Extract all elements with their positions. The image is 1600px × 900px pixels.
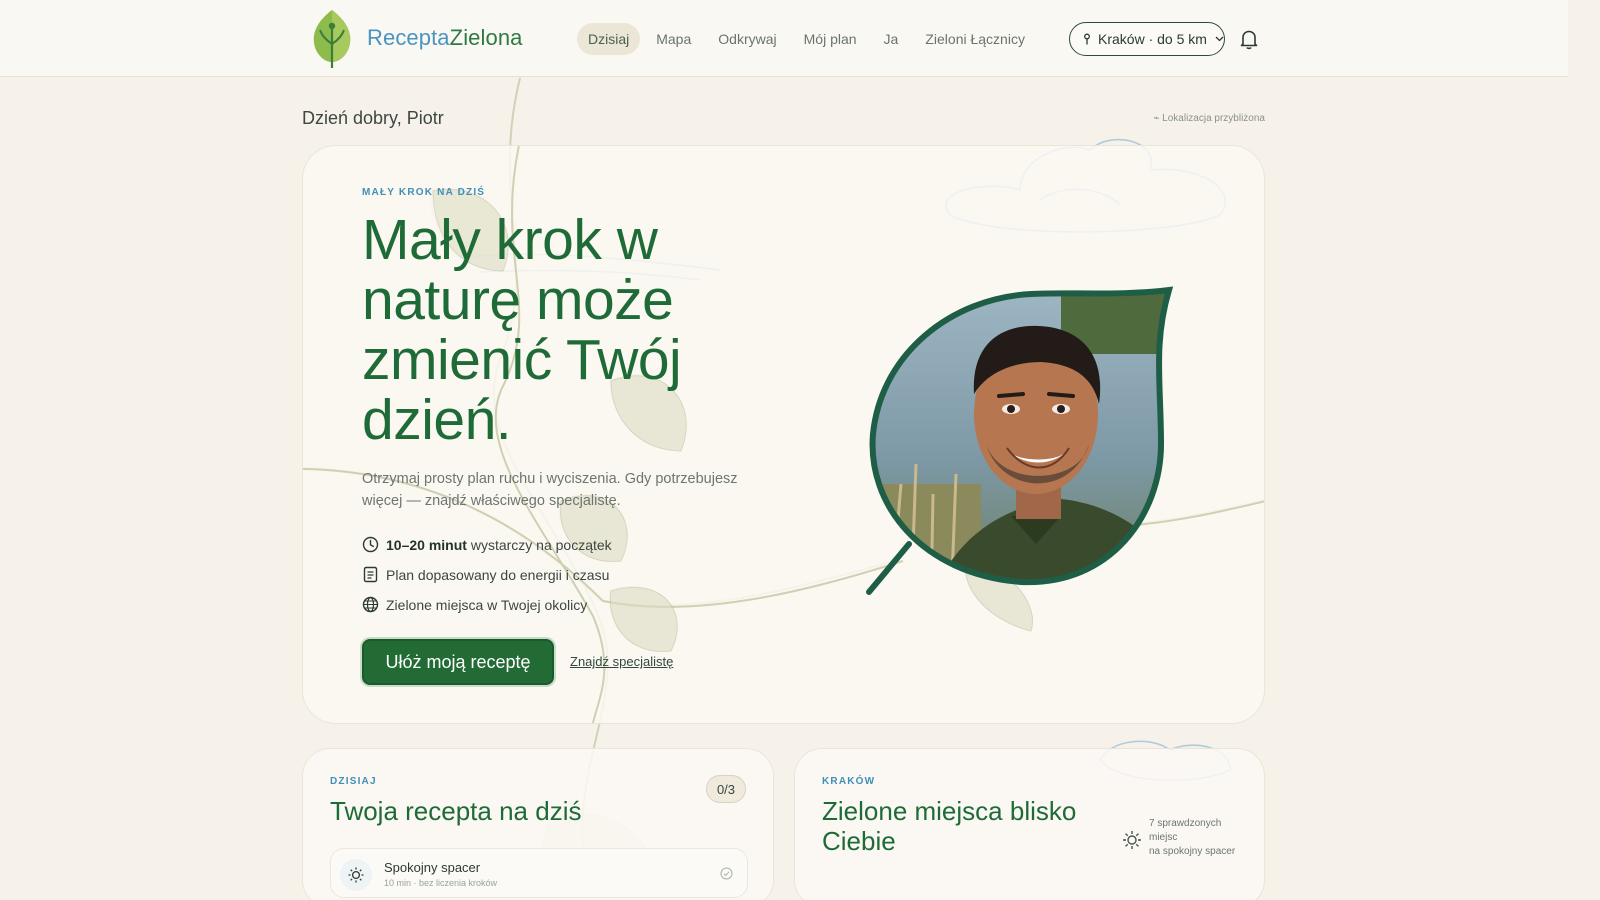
task-meta: 10 min · bez liczenia kroków [384,878,498,888]
clock-icon [362,536,379,553]
hero-title: Mały krok w naturę może zmienić Twój dzi… [362,208,682,452]
places-title: Zielone miejsca blisko Ciebie [822,796,1077,856]
places-count-note: 7 sprawdzonych miejsc na spokojny spacer [1121,817,1241,859]
task-title: Spokojny spacer [384,860,481,875]
today-title: Twoja recepta na dziś [330,796,582,826]
brand-name-part2: Zielona [449,25,523,50]
location-approx-note: ⌁ Lokalizacja przybliżona [1153,113,1265,124]
feature-plan-text: Plan dopasowany do energii i czasu [386,566,610,583]
check-circle-icon[interactable] [720,867,733,880]
document-icon [363,566,378,583]
location-selector[interactable]: Kraków · do 5 km [1069,22,1225,56]
greeting-text: Dzień dobry, Piotr [302,108,444,128]
today-eyebrow: DZISIAJ [330,776,377,787]
feature-duration: 10–20 minut wystarczy na początek [362,536,612,553]
nav-item-odkrywaj[interactable]: Odkrywaj [707,23,787,55]
main-nav: Dzisiaj Mapa Odkrywaj Mój plan Ja Zielon… [577,23,1041,55]
chevron-down-icon [1215,36,1224,42]
task-item-walk[interactable]: Spokojny spacer 10 min · bez liczenia kr… [330,848,748,898]
places-note-line1: 7 sprawdzonych [1149,818,1222,829]
sun-icon [340,859,372,891]
progress-counter-badge: 0/3 [706,775,746,803]
feature-places: Zielone miejsca w Twojej okolicy [362,596,587,613]
places-note-line3: na spokojny spacer [1149,846,1236,857]
feature-duration-text: 10–20 minut wystarczy na początek [386,537,612,553]
feature-duration-rest: wystarczy na początek [466,536,612,553]
hero-card: MAŁY KROK NA DZIŚ Mały krok w naturę moż… [302,145,1265,724]
green-places-card: KRAKÓW Zielone miejsca blisko Ciebie 7 s… [794,748,1265,900]
sun-icon [1123,831,1141,849]
nav-item-dzisiaj[interactable]: Dzisiaj [577,23,641,55]
brand-name-part1: Recepta [367,25,450,50]
pin-icon [1084,33,1090,45]
places-note-line2: miejsc [1149,832,1178,843]
top-navigation-bar: ReceptaZielona Dzisiaj Mapa Odkrywaj Mój… [0,0,1568,77]
places-eyebrow: KRAKÓW [822,776,876,787]
nav-item-ja[interactable]: Ja [873,23,910,55]
hero-subtitle: Otrzymaj prosty plan ruchu i wyciszenia.… [362,471,738,509]
nav-item-zieloni-lacznicy[interactable]: Zieloni Łącznicy [914,23,1036,55]
globe-icon [362,596,379,613]
brand-name[interactable]: ReceptaZielona [367,25,523,51]
find-specialist-link[interactable]: Znajdź specjalistę [570,654,673,669]
feature-duration-bold: 10–20 minut [386,536,467,553]
nav-item-moj-plan[interactable]: Mój plan [793,23,868,55]
create-recipe-button[interactable]: Ułóż moją receptę [362,639,554,685]
places-note-text: 7 sprawdzonych miejsc na spokojny spacer [1149,817,1235,859]
nav-item-mapa[interactable]: Mapa [645,23,702,55]
feature-plan: Plan dopasowany do energii i czasu [362,566,609,583]
today-recipe-card: DZISIAJ Twoja recepta na dziś 0/3 Spokoj… [302,748,774,900]
bell-icon[interactable] [1238,28,1260,50]
leaf-logo-icon[interactable] [308,8,356,70]
feature-places-text: Zielone miejsca w Twojej okolicy [386,596,588,613]
location-approx-label: Lokalizacja przybliżona [1162,113,1265,124]
location-label: Kraków · do 5 km [1098,31,1207,47]
portrait-leaf-photo [866,286,1174,595]
hero-eyebrow: MAŁY KROK NA DZIŚ [362,187,486,198]
